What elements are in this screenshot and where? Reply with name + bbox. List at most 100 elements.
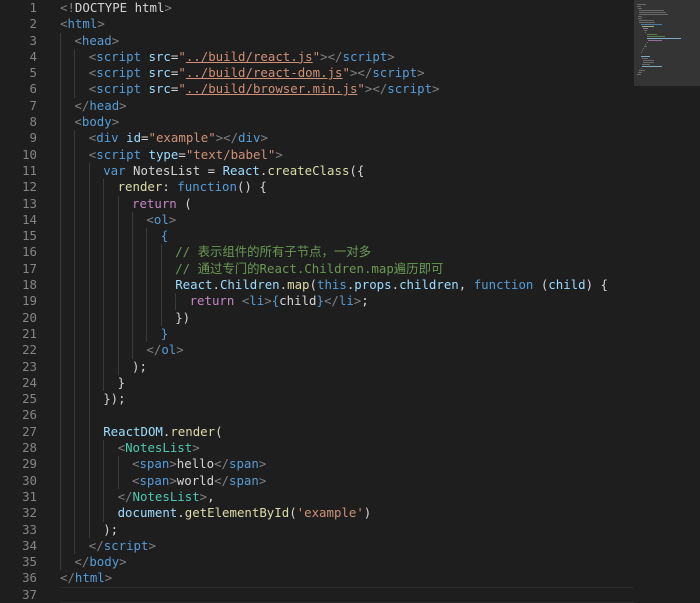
code-token: </ [323, 293, 339, 309]
indent-guide [60, 97, 61, 115]
line-number: 3 [29, 32, 37, 48]
code-line[interactable]: <ol> [60, 211, 634, 229]
code-token: > [275, 146, 283, 162]
code-line[interactable]: <NotesList> [60, 440, 634, 457]
code-line[interactable] [60, 407, 634, 424]
code-line[interactable] [60, 586, 634, 603]
code-token: < [146, 211, 154, 227]
code-token: </ [214, 472, 230, 488]
code-line[interactable]: }) [60, 309, 634, 326]
indent-guide [117, 456, 119, 473]
code-token: NotesList [132, 488, 200, 504]
minimap-line [644, 30, 647, 31]
code-line[interactable]: }); [60, 391, 634, 408]
code-token: // 表示组件的所有子节点，一对多 [175, 244, 372, 260]
code-token: function [473, 277, 534, 293]
indent-guide [88, 325, 90, 343]
code-line[interactable]: <script type="text/babel"> [60, 146, 634, 163]
code-token: </ [74, 97, 90, 113]
code-line[interactable]: </html> [60, 570, 634, 586]
indent-guide [146, 325, 148, 343]
indent-guide [117, 309, 119, 326]
indent-guide [88, 211, 90, 229]
indent-guide [88, 374, 90, 392]
code-line[interactable]: React.Children.map(this.props.children, … [60, 277, 634, 294]
code-line[interactable]: <body> [60, 114, 634, 131]
indent-guide [60, 537, 61, 555]
line-number: 27 [22, 423, 37, 439]
code-token: li [338, 293, 354, 309]
code-token: ( [309, 277, 317, 293]
code-token: script [342, 48, 388, 64]
code-line[interactable]: <script src="../build/browser.min.js"></… [60, 81, 634, 98]
code-line[interactable]: <script src="../build/react-dom.js"></sc… [60, 65, 634, 82]
line-number: 13 [22, 195, 37, 211]
code-line-content: <script type="text/babel"> [89, 147, 283, 163]
code-line-content: <script src="../build/browser.min.js"></… [89, 81, 440, 97]
indent-guide [88, 342, 90, 359]
indent-guide [103, 358, 105, 375]
indent-guide [88, 195, 90, 212]
code-line[interactable]: ); [60, 358, 634, 375]
code-line[interactable]: document.getElementById('example') [60, 505, 634, 522]
code-token: children [399, 277, 459, 293]
code-line[interactable]: } [60, 325, 634, 343]
code-line[interactable]: return ( [60, 195, 634, 212]
code-line[interactable]: } [60, 374, 634, 392]
code-token: > [104, 570, 113, 586]
line-number-gutter[interactable]: 1 2 3 4 5 6 7 8 9 10 11 12 13 14 15 16 17 18 19 20 21 22 23 24 2… [0, 0, 44, 602]
code-token: () { [236, 179, 267, 195]
line-number: 37 [22, 586, 37, 602]
code-line[interactable]: </ol> [60, 342, 634, 359]
code-line[interactable]: </body> [60, 554, 634, 571]
code-token: , [458, 277, 474, 293]
minimap[interactable] [634, 0, 700, 602]
code-line[interactable]: <span>world</span> [60, 472, 634, 489]
code-line[interactable]: <html> [60, 16, 634, 32]
indent-guide [117, 228, 119, 245]
code-line[interactable]: </head> [60, 97, 634, 115]
code-line[interactable]: // 通过专门的React.Children.map遍历即可 [60, 260, 634, 278]
indent-guide [74, 391, 76, 408]
line-number: 7 [29, 97, 37, 113]
minimap-line [641, 50, 643, 51]
indent-guide [88, 309, 90, 326]
code-line[interactable]: ReactDOM.render( [60, 423, 634, 441]
indent-guide [103, 325, 105, 343]
line-number: 18 [22, 277, 37, 293]
code-line[interactable]: </NotesList>, [60, 488, 634, 506]
indent-guide [103, 374, 105, 392]
code-line[interactable]: <head> [60, 32, 634, 49]
indent-guide [60, 228, 61, 245]
code-line[interactable]: var NotesList = React.createClass({ [60, 162, 634, 180]
indent-guide [175, 293, 177, 310]
code-area[interactable]: <!DOCTYPE html> <html> <head> <script src="… [60, 0, 634, 603]
code-editor[interactable]: 1 2 3 4 5 6 7 8 9 10 11 12 13 14 15 16 17 18 19 20 21 22 23 24 2… [0, 0, 634, 603]
code-line[interactable]: <!DOCTYPE html> [60, 0, 634, 16]
code-token: DOCTYPE html [74, 0, 165, 15]
code-line[interactable]: <div id="example"></div> [60, 130, 634, 147]
indent-guide [146, 228, 148, 245]
code-token: </ [146, 342, 162, 358]
indent-guide [88, 488, 90, 506]
code-line[interactable]: return <li>{child}</li>; [60, 293, 634, 310]
code-line[interactable]: ); [60, 521, 634, 538]
code-token: render [170, 423, 216, 439]
code-line[interactable]: <script src="../build/react.js"></script… [60, 48, 634, 66]
code-line[interactable]: // 表示组件的所有子节点，一对多 [60, 244, 634, 261]
indent-guide [88, 162, 90, 180]
line-number: 36 [22, 570, 37, 586]
code-line-content: <html> [60, 16, 105, 32]
code-line-content: }); [103, 391, 125, 407]
code-line[interactable]: { [60, 228, 634, 245]
code-token: ); [103, 521, 119, 537]
code-line[interactable]: </script> [60, 537, 634, 555]
code-token: = [141, 130, 149, 146]
indent-guide [88, 260, 90, 278]
code-token: </ [74, 554, 90, 570]
code-line[interactable]: render: function() { [60, 179, 634, 196]
code-line[interactable]: <span>hello</span> [60, 456, 634, 473]
